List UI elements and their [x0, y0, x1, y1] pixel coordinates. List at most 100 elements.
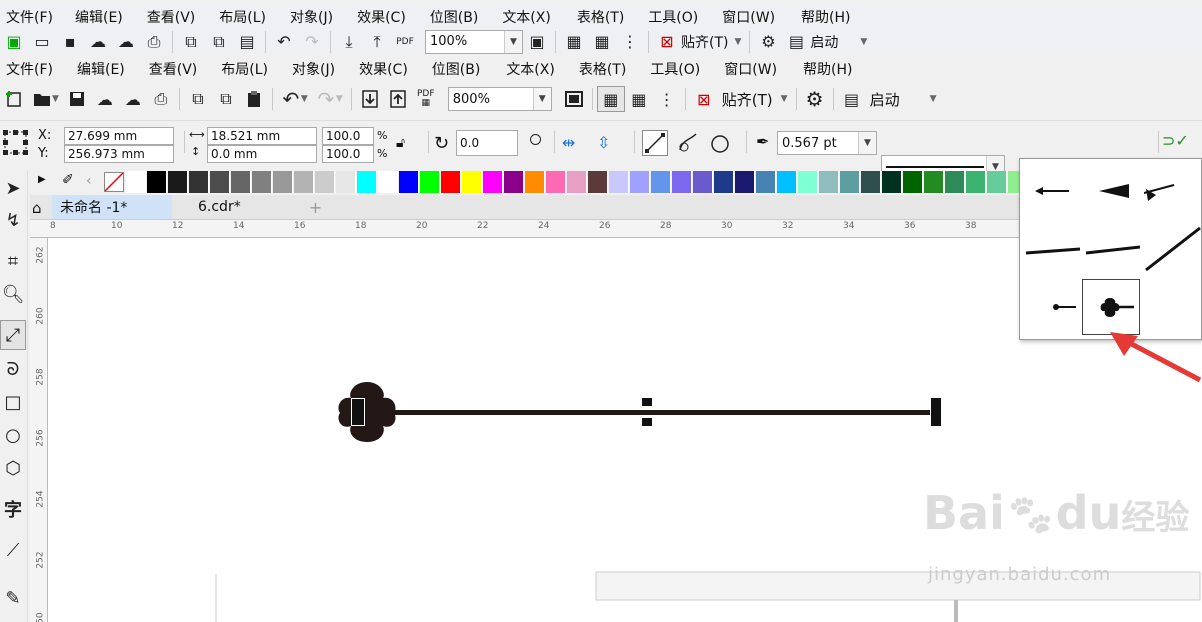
arrowhead-option-7[interactable] — [1024, 279, 1082, 335]
artistic-media-icon[interactable]: ᘐ — [0, 354, 26, 384]
menu-11[interactable]: 帮助(H) — [801, 7, 850, 27]
new-document-icon[interactable] — [0, 86, 28, 112]
add-tab-icon[interactable]: + — [309, 198, 322, 217]
dimension-tool-icon[interactable]: ⟋ — [0, 535, 26, 565]
palette-swatch[interactable] — [504, 171, 524, 193]
palette-swatch[interactable] — [126, 171, 146, 193]
freehand-tool-icon[interactable]: ⤢ — [0, 320, 26, 350]
width-field[interactable]: 18.521 mm — [207, 127, 317, 145]
menu-10[interactable]: 窗口(W) — [724, 59, 777, 79]
line-mode-icon[interactable] — [642, 130, 668, 156]
copy-icon[interactable]: ⧉ — [212, 86, 240, 112]
palette-swatch[interactable] — [546, 171, 566, 193]
arrowhead-option-2[interactable] — [1084, 163, 1142, 219]
ellipse-tool-icon[interactable]: ○ — [0, 420, 26, 450]
height-field[interactable]: 0.0 mm — [207, 145, 317, 163]
palette-swatch[interactable] — [924, 171, 944, 193]
selection-handle-mid-top[interactable] — [642, 398, 652, 406]
palette-swatch[interactable] — [483, 171, 503, 193]
arrowhead-option-8-selected[interactable] — [1082, 279, 1140, 335]
print-icon[interactable]: ⎙ — [147, 86, 175, 112]
scale-height-field[interactable]: 100.0 — [322, 145, 374, 163]
menu-5[interactable]: 效果(C) — [359, 59, 408, 79]
launch-app-icon[interactable]: ▤ — [838, 86, 866, 112]
outline-width-combo[interactable]: 0.567 pt ▼ — [777, 131, 877, 155]
palette-swatch[interactable] — [945, 171, 965, 193]
cut-icon[interactable]: ⧉ — [184, 86, 212, 112]
menu-1[interactable]: 编辑(E) — [77, 59, 125, 79]
save-icon[interactable] — [63, 86, 91, 112]
eyedropper-tool-icon[interactable]: ✎ — [0, 583, 26, 613]
palette-swatch[interactable] — [714, 171, 734, 193]
palette-swatch[interactable] — [525, 171, 545, 193]
selection-handle-end[interactable] — [931, 398, 941, 426]
mirror-vertical-icon[interactable]: ⇳ — [597, 133, 610, 152]
menu-9[interactable]: 工具(O) — [648, 7, 698, 27]
palette-swatch[interactable] — [987, 171, 1007, 193]
palette-swatch[interactable] — [315, 171, 335, 193]
palette-swatch[interactable] — [462, 171, 482, 193]
menu-5[interactable]: 效果(C) — [357, 7, 406, 27]
palette-eyedropper-icon[interactable]: ✐ — [62, 172, 74, 188]
zoom-dropdown-icon[interactable]: ▼ — [532, 88, 551, 110]
open-folder-icon[interactable] — [28, 86, 56, 112]
tab-6cdr[interactable]: 6.cdr* + — [190, 195, 322, 219]
full-screen-preview-icon[interactable] — [560, 86, 588, 112]
palette-swatch[interactable] — [651, 171, 671, 193]
lock-ratio-icon[interactable]: 🔓︎ — [396, 135, 405, 151]
rotation-angle-field[interactable]: 0.0 — [456, 130, 518, 156]
paste-icon[interactable] — [240, 86, 268, 112]
polygon-tool-icon[interactable]: ⬡ — [0, 453, 26, 483]
palette-scroll-right-icon[interactable]: ▶ — [38, 174, 46, 185]
palette-swatch[interactable] — [798, 171, 818, 193]
x-position-field[interactable]: 27.699 mm — [64, 127, 174, 145]
palette-swatch[interactable] — [693, 171, 713, 193]
palette-swatch[interactable] — [357, 171, 377, 193]
menu-9[interactable]: 工具(O) — [650, 59, 700, 79]
show-guidelines-icon[interactable]: ⋮ — [653, 86, 681, 112]
selection-handle-mid-bottom[interactable] — [642, 418, 652, 426]
menu-2[interactable]: 查看(V) — [147, 7, 196, 27]
menu-0[interactable]: 文件(F) — [6, 7, 53, 27]
palette-swatch[interactable] — [567, 171, 587, 193]
menu-7[interactable]: 文本(X) — [502, 7, 551, 27]
export-icon[interactable] — [384, 86, 412, 112]
palette-swatch[interactable] — [735, 171, 755, 193]
show-rulers-icon[interactable]: ▦ — [596, 86, 625, 112]
y-position-field[interactable]: 256.973 mm — [64, 145, 174, 163]
menu-8[interactable]: 表格(T) — [577, 7, 624, 27]
arrowhead-option-1[interactable] — [1024, 163, 1082, 219]
palette-swatch[interactable] — [630, 171, 650, 193]
zoom-tool-icon[interactable]: 🔍︎ — [0, 279, 26, 309]
menu-11[interactable]: 帮助(H) — [803, 59, 852, 79]
palette-swatch[interactable] — [777, 171, 797, 193]
undo-icon[interactable]: ↶ — [277, 86, 305, 112]
closed-curve-icon[interactable] — [708, 130, 734, 156]
launch-label[interactable]: 启动 — [870, 89, 900, 110]
palette-swatch[interactable] — [147, 171, 167, 193]
wrap-text-icon[interactable]: ⊃✓ — [1162, 131, 1189, 150]
snap-dropdown-icon[interactable]: ▼ — [781, 94, 788, 104]
palette-swatch[interactable] — [294, 171, 314, 193]
palette-swatch[interactable] — [210, 171, 230, 193]
cloud-upload-icon[interactable]: ☁ — [119, 86, 147, 112]
tab-untitled[interactable]: 未命名 -1* — [52, 195, 172, 219]
redo-icon[interactable]: ↷ — [312, 86, 340, 112]
palette-swatch[interactable] — [903, 171, 923, 193]
rectangle-tool-icon[interactable]: □ — [0, 387, 26, 417]
palette-swatch[interactable] — [672, 171, 692, 193]
snap-to-icon[interactable]: ⊠ — [690, 86, 718, 112]
palette-swatch[interactable] — [882, 171, 902, 193]
palette-swatch[interactable] — [819, 171, 839, 193]
palette-swatch[interactable] — [609, 171, 629, 193]
snap-to-label[interactable]: 贴齐(T) — [722, 89, 773, 110]
palette-swatch[interactable] — [168, 171, 188, 193]
arrowhead-option-3[interactable] — [1144, 163, 1202, 219]
palette-swatch[interactable] — [399, 171, 419, 193]
palette-swatch[interactable] — [252, 171, 272, 193]
menu-4[interactable]: 对象(J) — [292, 59, 335, 79]
object-origin-icon[interactable] — [2, 129, 30, 157]
palette-swatch[interactable] — [756, 171, 776, 193]
home-icon[interactable]: ⌂ — [32, 199, 42, 217]
shape-tool-icon[interactable]: ↯ — [0, 205, 26, 235]
